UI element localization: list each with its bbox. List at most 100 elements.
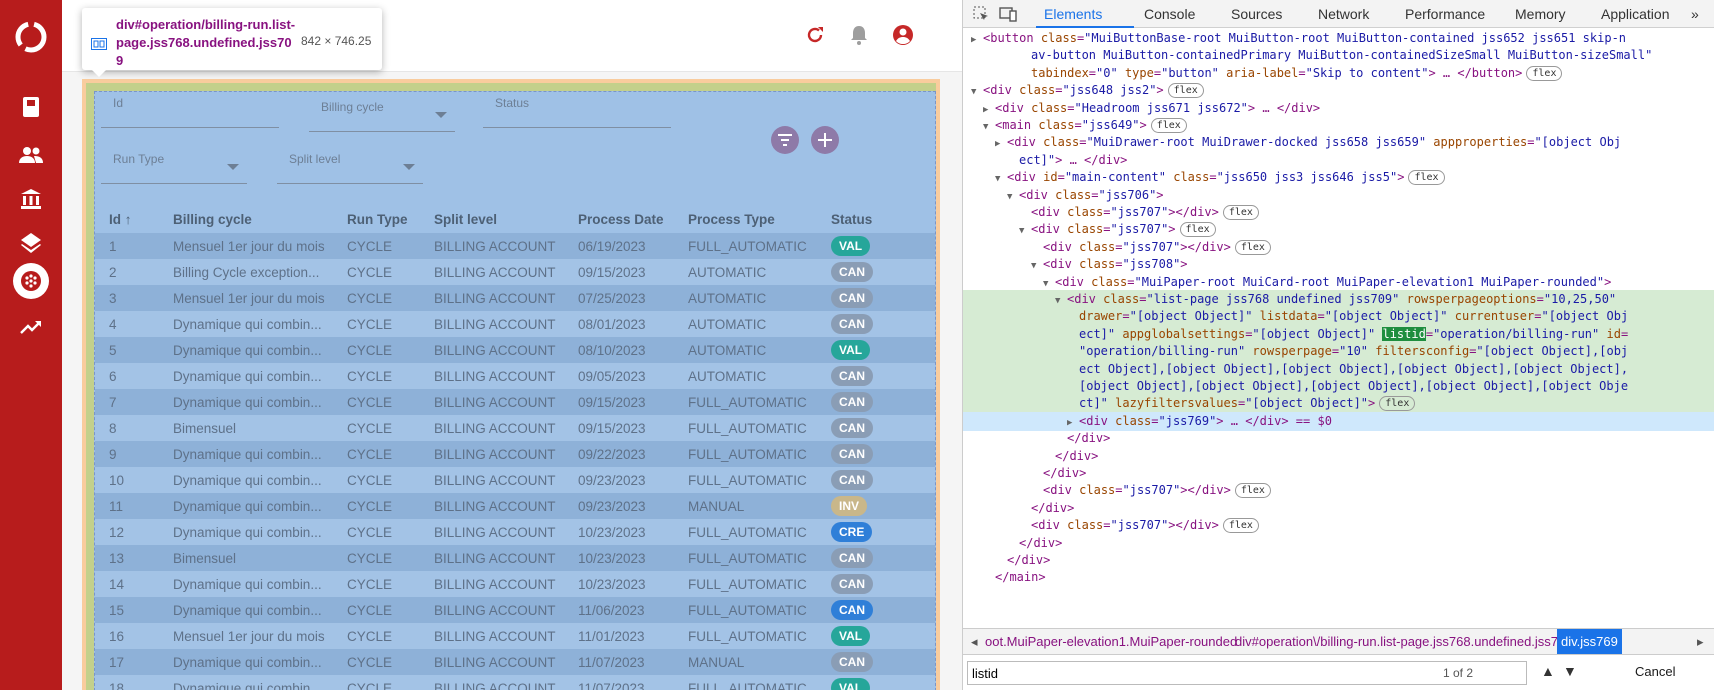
breadcrumb-item[interactable]: div#operation\/billing-run.list-page.jss…	[1235, 629, 1573, 654]
inspect-element-icon[interactable]	[973, 6, 989, 22]
refresh-icon[interactable]	[802, 22, 828, 48]
users-icon[interactable]	[16, 140, 46, 170]
filter-billing-cycle[interactable]: Billing cycle	[309, 96, 455, 132]
cell-date: 11/01/2023	[564, 623, 674, 649]
filter-button[interactable]	[771, 126, 799, 154]
dom-node-line[interactable]: </div>	[963, 447, 1714, 466]
dom-node-line[interactable]: </div>	[963, 464, 1714, 483]
table-row[interactable]: 12 Dynamique qui combin... CYCLE BILLING AC…	[95, 519, 935, 545]
table-row[interactable]: 8 Bimensuel CYCLE BILLING ACCOUNT 09/15/2023…	[95, 415, 935, 441]
book-icon[interactable]	[16, 92, 46, 122]
dom-node-line[interactable]: ▼ <div class="jss648 jss2"> flex	[963, 81, 1714, 100]
dom-node-line[interactable]: </div>	[963, 429, 1714, 448]
dom-node-line[interactable]: ect]"> … </div>	[963, 151, 1714, 170]
device-toolbar-icon[interactable]	[999, 6, 1017, 22]
search-prev-icon[interactable]: ▲	[1541, 663, 1555, 679]
filter-status[interactable]: Status	[483, 92, 671, 128]
col-split-level-header[interactable]: Split level	[420, 206, 564, 233]
dom-node-line[interactable]: ▶ <div class="Headroom jss671 jss672"> … …	[963, 99, 1714, 118]
table-row[interactable]: 18 Dynamique qui combin... CYCLE BILLING AC…	[95, 675, 935, 690]
col-status-header[interactable]: Status	[817, 206, 935, 233]
billing-run-table: Id ↑ Billing cycle Run Type Split level …	[95, 206, 935, 690]
table-row[interactable]: 1 Mensuel 1er jour du mois CYCLE BILLING AC…	[95, 233, 935, 259]
dom-node-line[interactable]: <div class="jss707"></div> flex	[963, 516, 1714, 535]
breadcrumb-item[interactable]: oot.MuiPaper-elevation1.MuiPaper-rounded	[985, 629, 1237, 654]
dom-node-line[interactable]: <div class="jss707"></div> flex	[963, 203, 1714, 222]
dom-node-line[interactable]: av-button MuiButton-containedPrimary Mui…	[963, 46, 1714, 65]
table-row[interactable]: 15 Dynamique qui combin... CYCLE BILLING AC…	[95, 597, 935, 623]
dom-node-line[interactable]: ect]" appglobalsettings="[object Object]…	[963, 324, 1714, 344]
col-id-header[interactable]: Id ↑	[95, 206, 159, 233]
dom-node-line[interactable]: ▼ <div class="jss706">	[963, 186, 1714, 205]
table-row[interactable]: 16 Mensuel 1er jour du mois CYCLE BILLING A…	[95, 623, 935, 649]
account-icon[interactable]	[890, 22, 916, 48]
breadcrumb-item-selected[interactable]: div.jss769	[1557, 629, 1622, 654]
layers-icon[interactable]	[16, 228, 46, 258]
table-row[interactable]: 4 Dynamique qui combin... CYCLE BILLING ACC…	[95, 311, 935, 337]
dom-node-line[interactable]: "operation/billing-run" rowsperpage="10"…	[963, 342, 1714, 362]
dom-node-line[interactable]: ▶ <button class="MuiButtonBase-root MuiBu…	[963, 29, 1714, 48]
table-row[interactable]: 13 Bimensuel CYCLE BILLING ACCOUNT 10/23/202…	[95, 545, 935, 571]
table-row[interactable]: 7 Dynamique qui combin... CYCLE BILLING ACC…	[95, 389, 935, 415]
filter-split-level[interactable]: Split level	[277, 148, 423, 184]
table-row[interactable]: 6 Dynamique qui combin... CYCLE BILLING ACC…	[95, 363, 935, 389]
bank-icon[interactable]	[16, 184, 46, 214]
table-row[interactable]: 9 Dynamique qui combin... CYCLE BILLING ACC…	[95, 441, 935, 467]
table-row[interactable]: 10 Dynamique qui combin... CYCLE BILLING AC…	[95, 467, 935, 493]
col-process-date-header[interactable]: Process Date	[564, 206, 674, 233]
cell-cycle: Dynamique qui combin...	[159, 363, 333, 389]
chevron-left-icon[interactable]: ◂	[971, 629, 978, 654]
col-process-type-header[interactable]: Process Type	[674, 206, 817, 233]
col-billing-cycle-header[interactable]: Billing cycle	[159, 206, 333, 233]
dom-node-line[interactable]: [object Object],[object Object],[object …	[963, 377, 1714, 396]
dom-node-line[interactable]: ▶ <div class="jss769"> … </div> == $0	[963, 411, 1714, 431]
dom-node-line[interactable]: ▼ <main class="jss649"> flex	[963, 116, 1714, 135]
table-row[interactable]: 5 Dynamique qui combin... CYCLE BILLING ACC…	[95, 337, 935, 363]
dom-node-line[interactable]: <div class="jss707"></div> flex	[963, 238, 1714, 257]
cell-run: CYCLE	[333, 389, 420, 415]
tab-performance[interactable]: Performance	[1405, 6, 1485, 22]
tab-console[interactable]: Console	[1144, 6, 1195, 22]
dom-node-line[interactable]: </main>	[963, 568, 1714, 587]
table-row[interactable]: 14 Dynamique qui combin... CYCLE BILLING AC…	[95, 571, 935, 597]
tab-elements[interactable]: Elements	[1044, 6, 1102, 22]
col-run-type-header[interactable]: Run Type	[333, 206, 420, 233]
table-row[interactable]: 11 Dynamique qui combin... CYCLE BILLING AC…	[95, 493, 935, 519]
chevron-right-icon[interactable]: ▸	[1697, 629, 1704, 654]
cell-ptype: AUTOMATIC	[674, 311, 817, 337]
cell-id: 13	[95, 545, 159, 571]
tab-application[interactable]: Application	[1601, 6, 1670, 22]
bell-icon[interactable]	[846, 22, 872, 48]
dom-node-line[interactable]: drawer="[object Object]" listdata="[obje…	[963, 307, 1714, 327]
dom-node-line[interactable]: ▼ <div class="list-page jss768 undefined …	[963, 290, 1714, 309]
cell-id: 17	[95, 649, 159, 675]
add-button[interactable]	[811, 126, 839, 154]
trending-up-icon[interactable]	[16, 312, 46, 342]
filter-run-type[interactable]: Run Type	[101, 148, 247, 184]
dom-node-line[interactable]: ect Object],[object Object],[object Obje…	[963, 359, 1714, 379]
table-row[interactable]: 17 Dynamique qui combin... CYCLE BILLING AC…	[95, 649, 935, 675]
search-cancel-button[interactable]: Cancel	[1635, 664, 1675, 679]
dom-node-line[interactable]: ▼ <div class="jss708">	[963, 255, 1714, 274]
dom-node-line[interactable]: </div>	[963, 534, 1714, 553]
cell-split: BILLING ACCOUNT	[420, 337, 564, 363]
dom-node-line[interactable]: tabindex="0" type="button" aria-label="S…	[963, 64, 1714, 83]
dom-node-line[interactable]: ▼ <div class="MuiPaper-root MuiCard-root …	[963, 273, 1714, 292]
tab-sources[interactable]: Sources	[1231, 6, 1282, 22]
dom-node-line[interactable]: </div>	[963, 551, 1714, 570]
filter-id[interactable]: Id	[101, 92, 279, 128]
dom-node-line[interactable]: ct]" lazyfiltersvalues="[object Object]"…	[963, 394, 1714, 414]
dom-node-line[interactable]: ▼ <div id="main-content" class="jss650 js…	[963, 168, 1714, 187]
dom-node-line[interactable]: </div>	[963, 499, 1714, 518]
app-logo-icon[interactable]	[11, 17, 51, 57]
billing-run-icon[interactable]	[13, 263, 49, 299]
tab-memory[interactable]: Memory	[1515, 6, 1566, 22]
table-row[interactable]: 3 Mensuel 1er jour du mois CYCLE BILLING AC…	[95, 285, 935, 311]
tab-network[interactable]: Network	[1318, 6, 1369, 22]
dom-node-line[interactable]: ▶ <div class="MuiDrawer-root MuiDrawer-do…	[963, 133, 1714, 152]
more-tabs-icon[interactable]: »	[1691, 6, 1699, 22]
search-next-icon[interactable]: ▼	[1563, 663, 1577, 679]
dom-node-line[interactable]: ▼ <div class="jss707"> flex	[963, 220, 1714, 239]
dom-node-line[interactable]: <div class="jss707"></div> flex	[963, 481, 1714, 500]
table-row[interactable]: 2 Billing Cycle exception... CYCLE BILLING …	[95, 259, 935, 285]
